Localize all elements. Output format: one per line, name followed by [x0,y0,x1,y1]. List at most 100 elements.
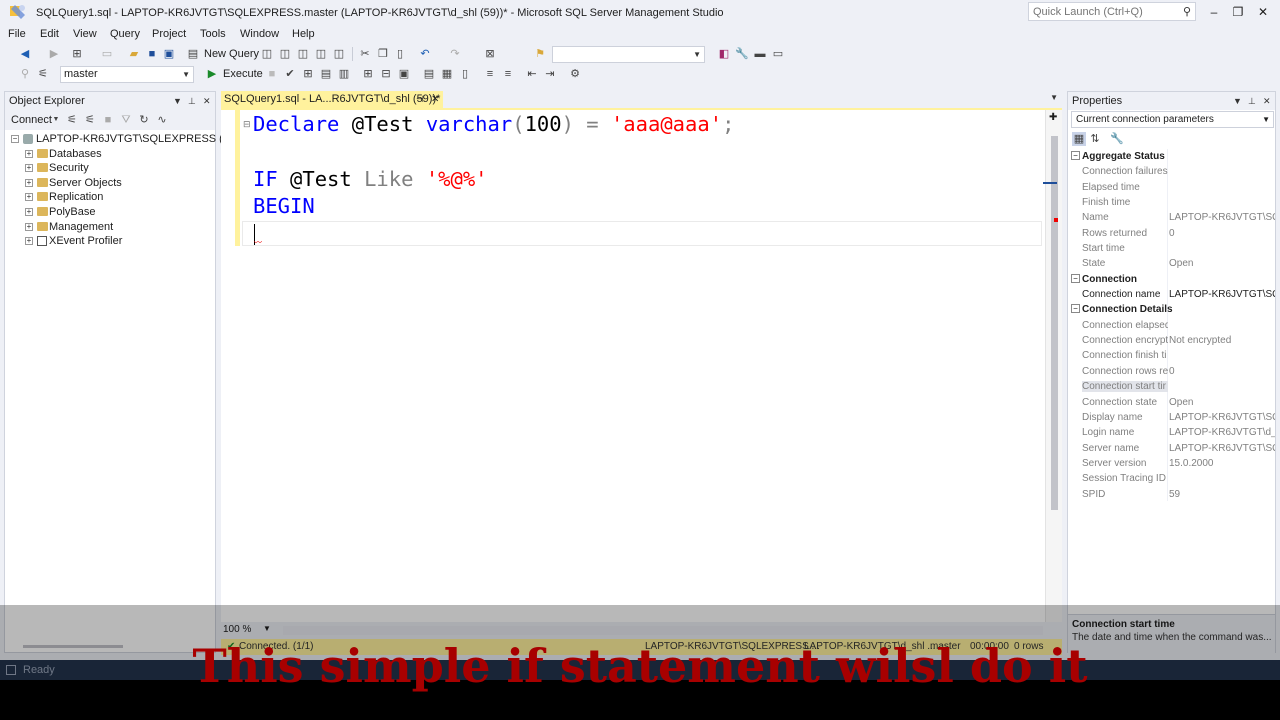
expand-icon[interactable]: + [25,149,33,158]
paste-icon[interactable]: ▯ [393,47,407,61]
property-row-selected[interactable]: Connection start tir [1068,379,1275,394]
expand-icon[interactable]: + [25,178,33,187]
search-icon[interactable]: ⚲ [1183,5,1191,18]
property-row[interactable]: Elapsed time [1068,180,1275,195]
sql-icon[interactable]: ◧ [717,47,731,61]
property-row[interactable]: Login name LAPTOP-KR6JVTGT\d_shl [1068,425,1275,440]
connect-icon[interactable]: ⚟ [36,67,50,81]
refresh-icon[interactable]: ↻ [137,113,151,127]
add-item-icon[interactable]: ▭ [100,47,114,61]
restore-button[interactable]: ❐ [1228,3,1248,21]
filter-icon[interactable]: ⛛ [119,113,133,127]
find-icon[interactable]: ⚑ [533,47,547,61]
menu-view[interactable]: View [73,28,97,40]
cancel-query-icon[interactable]: ■ [265,67,279,81]
property-row[interactable]: Connection failures [1068,164,1275,179]
mdx-query-icon[interactable]: ◫ [278,47,292,61]
options-icon[interactable]: ▭ [771,47,785,61]
tree-node-databases[interactable]: + Databases [5,147,215,162]
tree-server-node[interactable]: − LAPTOP-KR6JVTGT\SQLEXPRESS (SQL Se [5,132,261,147]
tab-overflow-icon[interactable]: ▼ [1050,93,1058,102]
tree-node-polybase[interactable]: + PolyBase [5,205,215,220]
specify-values-icon[interactable]: ⚙ [568,67,582,81]
live-stats-icon[interactable]: ⊟ [379,67,393,81]
undo-icon[interactable]: ↶ [418,47,432,61]
menu-query[interactable]: Query [110,28,140,40]
expand-icon[interactable]: + [25,207,33,216]
tree-node-security[interactable]: + Security [5,161,215,176]
db-engine-query-icon[interactable]: ◫ [260,47,274,61]
categorized-icon[interactable]: ▦ [1072,132,1086,146]
expand-icon[interactable]: + [25,164,33,173]
property-row[interactable]: Connection encrypt Not encrypted [1068,333,1275,348]
properties-wrench-icon[interactable]: 🔧 [735,47,749,61]
menu-tools[interactable]: Tools [200,28,226,40]
menu-window[interactable]: Window [240,28,279,40]
decrease-indent-icon[interactable]: ⇤ [525,67,539,81]
execute-button[interactable]: Execute [223,68,263,80]
database-select[interactable]: master ▼ [60,66,194,83]
connect-plug-icon[interactable]: ⚟ [65,113,79,127]
menu-file[interactable]: File [8,28,26,40]
cut-icon[interactable]: ✂ [358,47,372,61]
menu-edit[interactable]: Edit [40,28,59,40]
redo-icon[interactable]: ↷ [448,47,462,61]
dax-query-icon[interactable]: ◫ [332,47,346,61]
close-icon[interactable]: ✕ [431,91,439,108]
save-all-icon[interactable]: ▣ [162,47,176,61]
property-row[interactable]: Connection finish ti [1068,348,1275,363]
uncomment-icon[interactable]: ≡ [501,67,515,81]
comment-icon[interactable]: ≡ [483,67,497,81]
copy-icon[interactable]: ❐ [376,47,390,61]
pin-icon[interactable]: ⊥ [188,92,196,110]
save-icon[interactable]: ■ [145,47,159,61]
pin-icon[interactable]: ⊥ [1248,92,1256,110]
property-row[interactable]: SPID 59 [1068,487,1275,502]
collapse-icon[interactable]: − [11,135,19,143]
solution-explorer-icon[interactable]: ⊠ [483,47,497,61]
property-row[interactable]: Display name LAPTOP-KR6JVTGT\SQLEXPRESS [1068,410,1275,425]
properties-object-select[interactable]: Current connection parameters ▼ [1071,111,1274,128]
xmla-query-icon[interactable]: ◫ [314,47,328,61]
close-icon[interactable]: ✕ [203,92,211,110]
pin-icon[interactable]: ⊣ [416,91,424,108]
property-row[interactable]: State Open [1068,256,1275,271]
toolbox-icon[interactable]: ▬ [753,47,767,61]
quick-launch-input[interactable] [1029,3,1169,20]
property-row[interactable]: Start time [1068,241,1275,256]
expand-icon[interactable]: + [25,237,33,246]
client-stats-icon[interactable]: ▣ [397,67,411,81]
category-connection-details[interactable]: − Connection Details [1068,302,1275,317]
property-row[interactable]: Name LAPTOP-KR6JVTGT\SQLEXPRESS [1068,210,1275,225]
tree-node-replication[interactable]: + Replication [5,190,215,205]
property-row[interactable]: Server version 15.0.2000 [1068,456,1275,471]
chevron-down-icon[interactable]: ▼ [49,113,63,127]
forward-icon[interactable]: ▶ [47,47,61,61]
intellisense-icon[interactable]: ▥ [337,67,351,81]
close-icon[interactable]: ✕ [1263,92,1271,110]
dmx-query-icon[interactable]: ◫ [296,47,310,61]
expand-icon[interactable]: + [25,222,33,231]
close-button[interactable]: ✕ [1253,3,1273,21]
tab-sqlquery1[interactable]: SQLQuery1.sql - LA...R6JVTGT\d_shl (59))… [221,91,443,108]
tree-node-management[interactable]: + Management [5,220,215,235]
new-query-icon[interactable]: ▤ [186,47,200,61]
query-editor[interactable]: ⊟ Declare @Test varchar(100) = 'aaa@aaa'… [221,108,1062,640]
category-connection[interactable]: − Connection [1068,272,1275,287]
menu-help[interactable]: Help [292,28,315,40]
activity-monitor-icon[interactable]: ∿ [155,113,169,127]
menu-project[interactable]: Project [152,28,186,40]
results-to-text-icon[interactable]: ▤ [422,67,436,81]
minimize-button[interactable]: – [1204,3,1224,21]
new-project-icon[interactable]: ⊞ [70,47,84,61]
disconnect-icon[interactable]: ⚟ [83,113,97,127]
open-folder-icon[interactable]: ▰ [127,47,141,61]
property-row[interactable]: Connection name LAPTOP-KR6JVTGT\SQLEXPRES… [1068,287,1275,302]
property-row[interactable]: Finish time [1068,195,1275,210]
category-aggregate-status[interactable]: − Aggregate Status [1068,149,1275,164]
property-pages-icon[interactable]: 🔧 [1110,132,1124,146]
tree-node-server-objects[interactable]: + Server Objects [5,176,215,191]
parse-check-icon[interactable]: ✔ [283,67,297,81]
property-row[interactable]: Rows returned 0 [1068,226,1275,241]
tree-node-xevent-profiler[interactable]: + XEvent Profiler [5,234,215,249]
